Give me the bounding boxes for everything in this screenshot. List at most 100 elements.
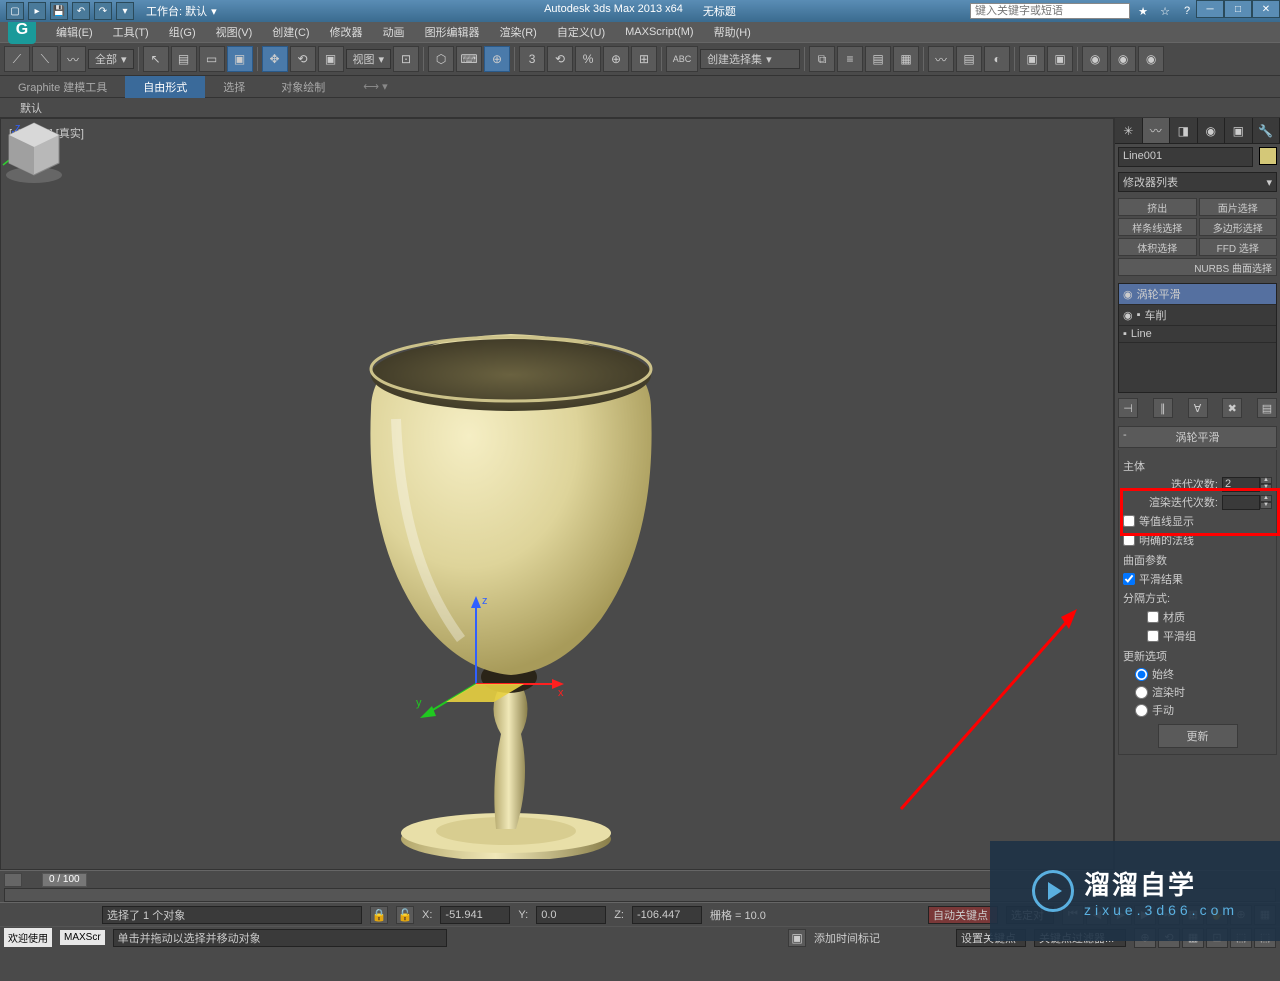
stack-item-turbosmooth[interactable]: ◉ 涡轮平滑 bbox=[1119, 284, 1276, 305]
move-button[interactable]: ✥ bbox=[262, 46, 288, 72]
keyboard-shortcut-button[interactable]: ⌨ bbox=[456, 46, 482, 72]
render-iters-spinner[interactable]: ▲▼ bbox=[1222, 495, 1272, 510]
teapot1-button[interactable]: ◉ bbox=[1082, 46, 1108, 72]
iterations-input[interactable] bbox=[1222, 477, 1260, 492]
workspace-selector[interactable]: 工作台: 默认▾ bbox=[146, 3, 217, 19]
autokey-button[interactable]: 自动关键点 bbox=[928, 906, 998, 924]
align-button[interactable]: ≡ bbox=[837, 46, 863, 72]
isoline-checkbox[interactable] bbox=[1123, 515, 1135, 527]
menu-graph[interactable]: 图形编辑器 bbox=[415, 22, 490, 42]
ref-coord-dropdown[interactable]: 视图 ▾ bbox=[346, 49, 392, 69]
pivot-button[interactable]: ⊡ bbox=[393, 46, 419, 72]
infobox-icon[interactable]: ⊞ bbox=[1112, 2, 1130, 20]
ribbon-tab-freeform[interactable]: 自由形式 bbox=[125, 76, 205, 98]
window-crossing-button[interactable]: ▣ bbox=[227, 46, 253, 72]
eye-icon[interactable]: ◉ bbox=[1123, 288, 1133, 301]
schematic-button[interactable]: ▦ bbox=[893, 46, 919, 72]
lock2-icon[interactable]: 🔓 bbox=[396, 906, 414, 924]
mod-btn-nurbs[interactable]: NURBS 曲面选择 bbox=[1118, 258, 1277, 276]
dope-sheet-button[interactable]: ▤ bbox=[956, 46, 982, 72]
menu-animation[interactable]: 动画 bbox=[373, 22, 415, 42]
rollout-turbosmooth-header[interactable]: 涡轮平滑 bbox=[1118, 426, 1277, 448]
scale-button[interactable]: ▣ bbox=[318, 46, 344, 72]
star2-icon[interactable]: ☆ bbox=[1156, 2, 1174, 20]
mod-btn-poly[interactable]: 多边形选择 bbox=[1199, 218, 1278, 236]
time-tag-icon[interactable]: ▣ bbox=[788, 929, 806, 947]
ribbon-expand-icon[interactable]: ⟷ ▾ bbox=[363, 80, 387, 93]
help-icon[interactable]: ? bbox=[1178, 2, 1196, 20]
menu-views[interactable]: 视图(V) bbox=[206, 22, 263, 42]
motion-tab[interactable]: ◉ bbox=[1198, 118, 1226, 143]
spin-up-icon[interactable]: ▲ bbox=[1260, 477, 1272, 484]
smooth-result-checkbox[interactable] bbox=[1123, 573, 1135, 585]
render-iters-input[interactable] bbox=[1222, 495, 1260, 510]
menu-render[interactable]: 渲染(R) bbox=[490, 22, 547, 42]
menu-group[interactable]: 组(G) bbox=[159, 22, 206, 42]
redo-button[interactable]: ↷ bbox=[94, 2, 112, 20]
make-unique-button[interactable]: ∀ bbox=[1188, 398, 1208, 418]
teapot2-button[interactable]: ◉ bbox=[1110, 46, 1136, 72]
mod-btn-extrude[interactable]: 挤出 bbox=[1118, 198, 1197, 216]
named-selection-dropdown[interactable]: 创建选择集 ▾ bbox=[700, 49, 800, 69]
show-result-button[interactable]: ∥ bbox=[1153, 398, 1173, 418]
menu-edit[interactable]: 编辑(E) bbox=[46, 22, 103, 42]
modify-tab[interactable]: 〰 bbox=[1143, 118, 1171, 143]
spin-down-icon[interactable]: ▼ bbox=[1260, 484, 1272, 491]
smoothgroups-checkbox[interactable] bbox=[1147, 630, 1159, 642]
coord-x-field[interactable]: -51.941 bbox=[440, 906, 510, 924]
snap-button[interactable]: ⊕ bbox=[484, 46, 510, 72]
stack-item-line[interactable]: ▪ Line bbox=[1119, 326, 1276, 343]
modifier-list-dropdown[interactable]: 修改器列表▾ bbox=[1118, 172, 1277, 192]
pin-stack-button[interactable]: ⊣ bbox=[1118, 398, 1138, 418]
render-frame-button[interactable]: ▣ bbox=[1047, 46, 1073, 72]
minimize-button[interactable]: ─ bbox=[1196, 0, 1224, 18]
mod-btn-spline[interactable]: 样条线选择 bbox=[1118, 218, 1197, 236]
abc-button[interactable]: ABC bbox=[666, 46, 698, 72]
mod-btn-vol[interactable]: 体积选择 bbox=[1118, 238, 1197, 256]
lock-icon[interactable]: 🔒 bbox=[370, 906, 388, 924]
close-button[interactable]: ✕ bbox=[1252, 0, 1280, 18]
select-region-button[interactable]: ▭ bbox=[199, 46, 225, 72]
select-button[interactable]: ↖ bbox=[143, 46, 169, 72]
layers-button[interactable]: ▤ bbox=[865, 46, 891, 72]
expand-icon[interactable]: ▪ bbox=[1123, 328, 1127, 340]
select-name-button[interactable]: ▤ bbox=[171, 46, 197, 72]
unlink-button[interactable]: ⟍ bbox=[32, 46, 58, 72]
menu-tools[interactable]: 工具(T) bbox=[103, 22, 159, 42]
manual-radio[interactable] bbox=[1135, 704, 1148, 717]
undo-button[interactable]: ↶ bbox=[72, 2, 90, 20]
mirror-button[interactable]: ⧉ bbox=[809, 46, 835, 72]
qat-dropdown[interactable]: ▾ bbox=[116, 2, 134, 20]
menu-modifiers[interactable]: 修改器 bbox=[320, 22, 373, 42]
create-tab[interactable]: ✳ bbox=[1115, 118, 1143, 143]
remove-mod-button[interactable]: ✖ bbox=[1222, 398, 1242, 418]
add-time-tag-label[interactable]: 添加时间标记 bbox=[814, 930, 880, 946]
iterations-spinner[interactable]: ▲▼ bbox=[1222, 477, 1272, 492]
mod-btn-patch[interactable]: 面片选择 bbox=[1199, 198, 1278, 216]
utilities-tab[interactable]: 🔧 bbox=[1253, 118, 1280, 143]
render-setup-button[interactable]: ▣ bbox=[1019, 46, 1045, 72]
snap3-button[interactable]: 3 bbox=[519, 46, 545, 72]
viewport[interactable]: [+] [正交] [真实] bbox=[0, 118, 1114, 870]
spinner-snap-button[interactable]: ⊕ bbox=[603, 46, 629, 72]
bind-spacewrap-button[interactable]: 〰 bbox=[60, 46, 86, 72]
open-button[interactable]: ▸ bbox=[28, 2, 46, 20]
angle-snap-button[interactable]: ⟲ bbox=[547, 46, 573, 72]
new-file-button[interactable]: ▢ bbox=[6, 2, 24, 20]
ribbon-tab-paint[interactable]: 对象绘制 bbox=[263, 76, 343, 98]
render-radio[interactable] bbox=[1135, 686, 1148, 699]
timeline-toggle-icon[interactable] bbox=[4, 873, 22, 887]
link-button[interactable]: ⟋ bbox=[4, 46, 30, 72]
display-tab[interactable]: ▣ bbox=[1225, 118, 1253, 143]
menu-maxscript[interactable]: MAXScript(M) bbox=[615, 24, 703, 40]
expand-icon[interactable]: ▪ bbox=[1137, 309, 1141, 321]
normals-checkbox[interactable] bbox=[1123, 534, 1135, 546]
menu-customize[interactable]: 自定义(U) bbox=[547, 22, 615, 42]
update-button[interactable]: 更新 bbox=[1158, 724, 1238, 748]
maximize-button[interactable]: □ bbox=[1224, 0, 1252, 18]
edit-named-button[interactable]: ⊞ bbox=[631, 46, 657, 72]
search-box[interactable] bbox=[970, 3, 1130, 19]
coord-y-field[interactable]: 0.0 bbox=[536, 906, 606, 924]
move-gizmo[interactable]: z x y bbox=[396, 584, 576, 764]
ribbon-tab-graphite[interactable]: Graphite 建模工具 bbox=[0, 76, 125, 98]
